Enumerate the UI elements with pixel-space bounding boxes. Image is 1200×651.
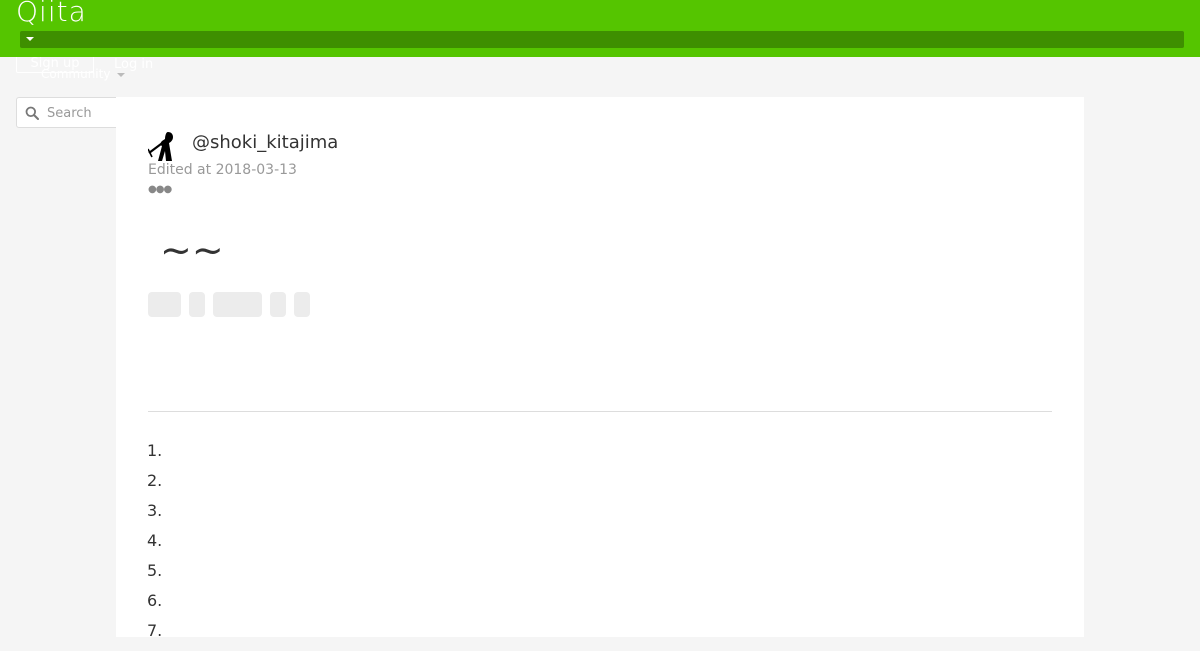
login-link[interactable]: Log in: [114, 58, 153, 72]
tag-2[interactable]: [189, 292, 205, 317]
tag-1[interactable]: [148, 292, 181, 317]
toc-item: 1.: [147, 441, 163, 460]
toc-list: 1. 2. 3. 4. 5. 6. 7.: [147, 441, 162, 651]
tag-5[interactable]: [294, 292, 310, 317]
community-menu[interactable]: Community: [41, 67, 110, 81]
header-dropdown-bar[interactable]: [20, 31, 1184, 48]
tag-3[interactable]: [213, 292, 262, 317]
toc-item: 4.: [147, 531, 163, 550]
toc-item: 5.: [147, 561, 163, 580]
qiita-logo[interactable]: Qiita: [16, 0, 87, 28]
toc-item: 7.: [147, 621, 163, 640]
more-options-icon[interactable]: ●●●: [148, 185, 172, 195]
author-avatar[interactable]: [148, 129, 180, 161]
caret-down-icon: [26, 37, 34, 41]
top-header: Qiita: [0, 0, 1200, 57]
search-icon: [25, 106, 39, 120]
toc-item: 6.: [147, 591, 163, 610]
chevron-down-icon: [117, 73, 125, 77]
toc-item: 3.: [147, 501, 163, 520]
content-divider: [148, 411, 1052, 412]
tag-4[interactable]: [270, 292, 286, 317]
toc-item: 2.: [147, 471, 163, 490]
author-name[interactable]: @shoki_kitajima: [192, 131, 338, 155]
edited-date: Edited at 2018-03-13: [148, 162, 297, 178]
article-title: ~~: [160, 228, 224, 272]
